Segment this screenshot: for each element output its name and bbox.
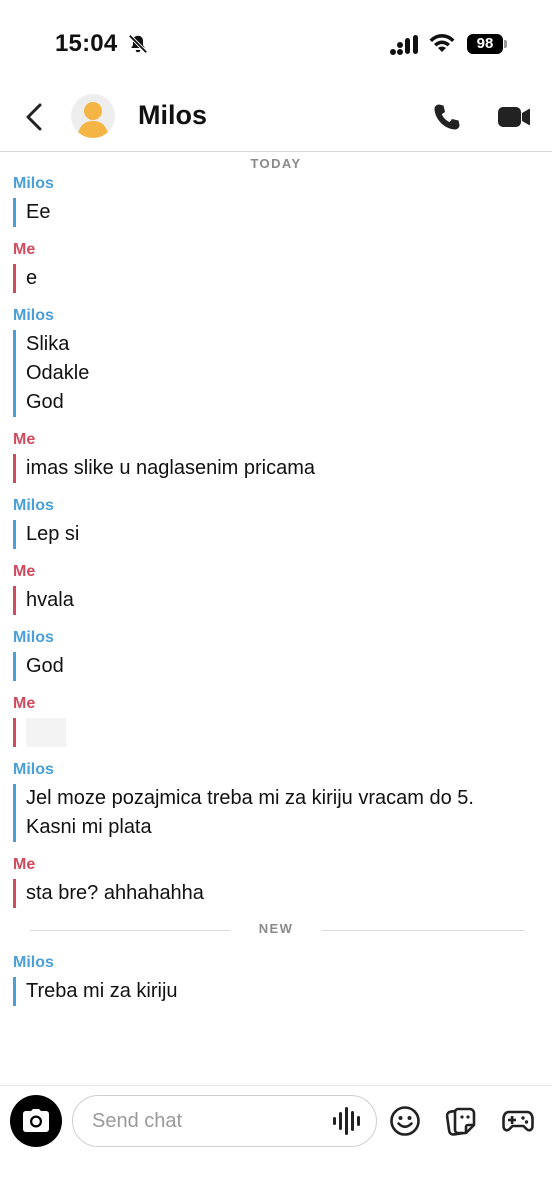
wifi-icon	[429, 34, 455, 52]
divider-line	[322, 930, 524, 931]
message-bubble[interactable]: e	[13, 264, 543, 293]
composer-bar	[0, 1085, 552, 1200]
message-group: Milos God	[13, 627, 543, 685]
game-controller-icon[interactable]	[502, 1106, 534, 1136]
avatar[interactable]	[71, 94, 115, 138]
emoji-icon[interactable]	[389, 1105, 421, 1137]
sender-name: Milos	[13, 761, 54, 778]
message-group: Me imas slike u naglasenim pricama	[13, 429, 543, 487]
message-bubble[interactable]	[13, 718, 543, 747]
sticker-icon[interactable]	[445, 1105, 477, 1137]
message-group: Me hvala	[13, 561, 543, 619]
message-text: hvala	[26, 589, 74, 611]
message-bubble[interactable]: Lep si	[13, 520, 543, 549]
message-text: sta bre? ahhahahha	[26, 882, 204, 904]
message-text: Treba mi za kiriju	[26, 980, 178, 1002]
bell-slash-icon	[128, 34, 148, 54]
message-bubble[interactable]: Treba mi za kiriju	[13, 977, 543, 1006]
message-text: Lep si	[26, 523, 80, 545]
message-bubble[interactable]: Slika Odakle God	[13, 330, 543, 417]
message-group: Milos Slika Odakle God	[13, 305, 543, 421]
message-bubble[interactable]: Jel moze pozajmica treba mi za kiriju vr…	[13, 784, 543, 842]
message-group: Milos Jel moze pozajmica treba mi za kir…	[13, 759, 543, 846]
sender-name: Milos	[13, 497, 54, 514]
back-icon[interactable]	[22, 102, 48, 132]
sender-name: Me	[13, 563, 36, 580]
battery-icon: 98	[467, 34, 509, 54]
sender-name: Me	[13, 695, 36, 712]
message-text: Kasni mi plata	[26, 816, 152, 838]
message-text: e	[26, 267, 38, 289]
message-text: God	[26, 655, 64, 677]
camera-button[interactable]	[10, 1095, 62, 1147]
voice-icon[interactable]	[331, 1106, 365, 1136]
sender-name: Milos	[13, 629, 54, 646]
call-icon[interactable]	[432, 102, 462, 132]
message-group: Milos Ee	[13, 173, 543, 231]
message-group: Milos Treba mi za kiriju	[13, 952, 543, 1010]
signal-icon	[390, 35, 418, 55]
message-bubble[interactable]: hvala	[13, 586, 543, 615]
message-group: Milos Lep si	[13, 495, 543, 553]
avatar-silhouette-icon	[77, 102, 109, 138]
sender-name: Me	[13, 241, 36, 258]
message-text: Slika	[26, 333, 70, 355]
status-time: 15:04	[55, 30, 118, 57]
message-text: Jel moze pozajmica treba mi za kiriju vr…	[26, 787, 474, 809]
message-text: Odakle	[26, 362, 90, 384]
message-bubble[interactable]: Ee	[13, 198, 543, 227]
message-bubble[interactable]: imas slike u naglasenim pricama	[13, 454, 543, 483]
message-group: Me e	[13, 239, 543, 297]
sender-name: Milos	[13, 954, 54, 971]
message-text: imas slike u naglasenim pricama	[26, 457, 316, 479]
message-group: Me sta bre? ahhahahha	[13, 854, 543, 912]
status-bar: 15:04 98	[0, 0, 552, 88]
sender-name: Milos	[13, 307, 54, 324]
date-divider-today: TODAY	[250, 156, 302, 171]
message-bubble[interactable]: God	[13, 652, 543, 681]
message-bubble[interactable]: sta bre? ahhahahha	[13, 879, 543, 908]
sender-name: Me	[13, 431, 36, 448]
camera-icon	[23, 1109, 49, 1132]
video-icon[interactable]	[497, 104, 531, 130]
battery-level: 98	[467, 34, 503, 54]
sender-name: Milos	[13, 175, 54, 192]
new-messages-divider: NEW	[0, 920, 552, 940]
contact-name[interactable]: Milos	[138, 100, 207, 131]
chat-header: Milos	[0, 88, 552, 152]
message-group: Me	[13, 693, 543, 751]
sender-name: Me	[13, 856, 36, 873]
new-label: NEW	[258, 921, 294, 936]
hidden-message[interactable]	[26, 718, 66, 747]
message-text: Ee	[26, 201, 51, 223]
message-text: God	[26, 391, 64, 413]
